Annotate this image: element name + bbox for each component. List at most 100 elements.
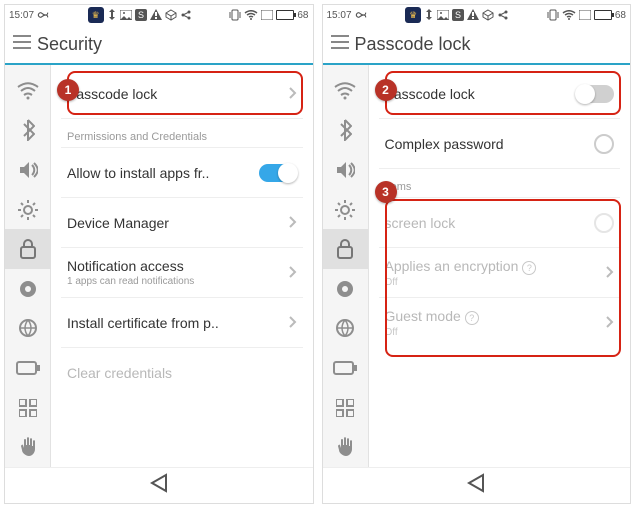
page-title: Security	[37, 34, 102, 55]
step-badge-2: 2	[375, 79, 397, 101]
content-left: 1 Passcode lock Permissions and Credenti…	[51, 65, 313, 467]
infinity-icon	[36, 10, 50, 20]
wifi-icon	[562, 10, 576, 20]
lock-tab-icon[interactable]	[322, 229, 368, 269]
phone-right: 15:07 ♛ S 68 Passcode lock	[322, 4, 632, 504]
content-right: 2 Passcode lock Complex password 3 Items…	[369, 65, 631, 467]
step-badge-1: 1	[57, 79, 79, 101]
section-items: Items	[379, 169, 621, 198]
row-label: Device Manager	[67, 215, 289, 231]
chevron-right-icon	[606, 265, 614, 281]
hand-tab-icon[interactable]	[5, 427, 51, 467]
row-label: Guest mode? Off	[385, 308, 607, 338]
chevron-right-icon	[289, 315, 297, 331]
row-label: Allow to install apps fr..	[67, 165, 259, 181]
cube-icon	[165, 9, 177, 21]
navbar	[5, 467, 313, 503]
navbar	[323, 467, 631, 503]
brightness-tab-icon[interactable]	[5, 190, 51, 230]
share-icon	[180, 9, 192, 21]
sound-tab-icon[interactable]	[322, 150, 368, 190]
battery-icon	[276, 10, 294, 20]
signal-icon	[579, 10, 591, 20]
toggle-install-apps[interactable]	[259, 164, 297, 182]
back-icon[interactable]	[148, 472, 170, 499]
wifi-tab-icon[interactable]	[5, 71, 51, 111]
row-label: Applies an encryption? Off	[385, 258, 607, 288]
share-icon	[497, 9, 509, 21]
row-sublabel: 1 apps can read notifications	[67, 276, 289, 287]
battery-icon	[594, 10, 612, 20]
location-tab-icon[interactable]	[322, 269, 368, 309]
infinity-icon	[354, 10, 368, 20]
apps-tab-icon[interactable]	[322, 388, 368, 428]
help-icon: ?	[465, 311, 479, 325]
row-complex-password[interactable]: Complex password	[379, 119, 621, 169]
row-label: Install certificate from p..	[67, 315, 289, 331]
signal-icon	[261, 10, 273, 20]
row-sublabel: Off	[385, 277, 607, 288]
battery-tab-icon[interactable]	[322, 348, 368, 388]
row-install-apps[interactable]: Allow to install apps fr..	[61, 148, 303, 198]
lock-tab-icon[interactable]	[5, 229, 51, 269]
chevron-right-icon	[606, 315, 614, 331]
sidebar	[5, 65, 51, 467]
help-icon: ?	[522, 261, 536, 275]
header: Passcode lock	[323, 25, 631, 65]
menu-icon[interactable]	[331, 35, 349, 54]
chevron-right-icon	[289, 86, 297, 102]
row-clear-credentials: Clear credentials	[61, 348, 303, 398]
picture-icon	[437, 10, 449, 20]
section-permissions: Permissions and Credentials	[61, 119, 303, 148]
status-battery: 68	[297, 10, 308, 21]
sidebar	[323, 65, 369, 467]
usb-icon	[424, 9, 434, 21]
statusbar: 15:07 ♛ S 68	[323, 5, 631, 25]
picture-icon	[120, 10, 132, 20]
radio-complex[interactable]	[594, 134, 614, 154]
row-label: Passcode lock	[67, 86, 289, 102]
svg-text:S: S	[138, 10, 144, 20]
back-icon[interactable]	[465, 472, 487, 499]
row-label: screen lock	[385, 215, 595, 231]
status-time: 15:07	[9, 10, 34, 21]
cube-icon	[482, 9, 494, 21]
row-label: Passcode lock	[385, 86, 577, 102]
location-tab-icon[interactable]	[5, 269, 51, 309]
status-battery: 68	[615, 10, 626, 21]
row-notification-access[interactable]: Notification access 1 apps can read noti…	[61, 248, 303, 298]
globe-tab-icon[interactable]	[5, 309, 51, 349]
sound-tab-icon[interactable]	[5, 150, 51, 190]
header: Security	[5, 25, 313, 65]
battery-tab-icon[interactable]	[5, 348, 51, 388]
row-screen-lock: screen lock	[379, 198, 621, 248]
s-badge-icon: S	[135, 9, 147, 21]
wifi-icon	[244, 10, 258, 20]
radio-screen-lock	[594, 213, 614, 233]
row-guest-mode: Guest mode? Off	[379, 298, 621, 348]
bluetooth-tab-icon[interactable]	[322, 111, 368, 151]
vibrate-icon	[229, 9, 241, 21]
row-install-cert[interactable]: Install certificate from p..	[61, 298, 303, 348]
row-device-manager[interactable]: Device Manager	[61, 198, 303, 248]
toggle-passcode[interactable]	[576, 85, 614, 103]
usb-icon	[107, 9, 117, 21]
row-passcode-lock[interactable]: Passcode lock	[61, 69, 303, 119]
menu-icon[interactable]	[13, 35, 31, 54]
globe-tab-icon[interactable]	[322, 309, 368, 349]
page-title: Passcode lock	[355, 34, 471, 55]
status-time: 15:07	[327, 10, 352, 21]
row-passcode-toggle[interactable]: Passcode lock	[379, 69, 621, 119]
row-label: Notification access 1 apps can read noti…	[67, 258, 289, 287]
row-encryption: Applies an encryption? Off	[379, 248, 621, 298]
s-badge-icon: S	[452, 9, 464, 21]
statusbar: 15:07 ♛ S 68	[5, 5, 313, 25]
row-label: Clear credentials	[67, 365, 297, 381]
hand-tab-icon[interactable]	[322, 427, 368, 467]
apps-tab-icon[interactable]	[5, 388, 51, 428]
brightness-tab-icon[interactable]	[322, 190, 368, 230]
crown-icon: ♛	[405, 7, 421, 23]
wifi-tab-icon[interactable]	[322, 71, 368, 111]
bluetooth-tab-icon[interactable]	[5, 111, 51, 151]
row-label: Complex password	[385, 136, 595, 152]
